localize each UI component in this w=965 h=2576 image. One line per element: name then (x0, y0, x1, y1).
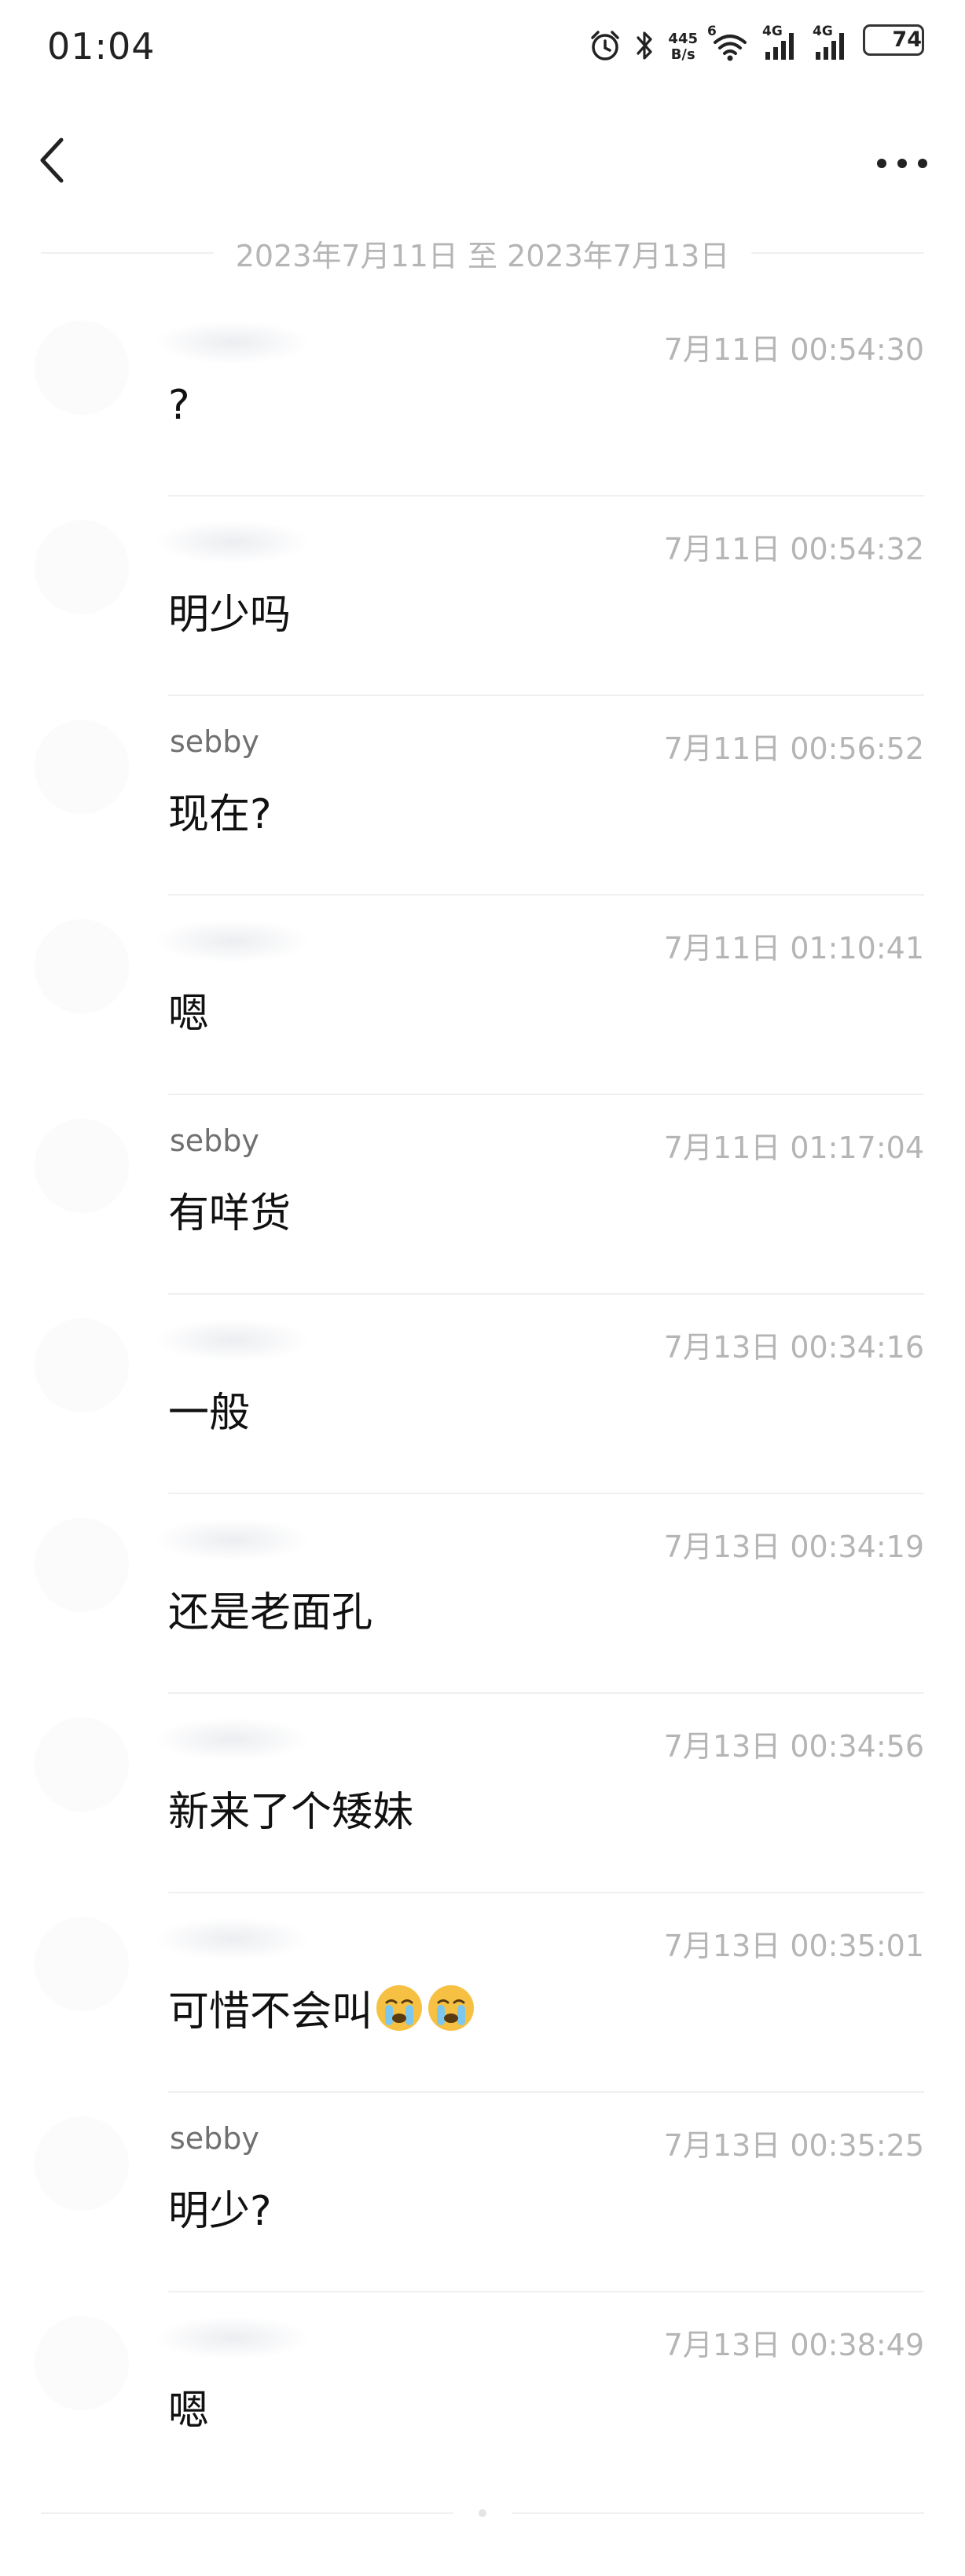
sender-name-redacted (154, 1318, 311, 1362)
message-content: 有咩货 (168, 1180, 291, 1239)
message-row[interactable]: 7月11日 01:10:41 嗯 (0, 896, 965, 1095)
crying-face-emoji-icon (374, 1983, 424, 2033)
date-range-line-left (41, 252, 214, 254)
message-text: 新来了个矮妹 (168, 1789, 414, 1836)
message-timestamp: 7月13日 00:34:16 (663, 1330, 924, 1365)
message-content: 嗯 (168, 980, 209, 1039)
date-range-line-right (751, 252, 925, 254)
message-timestamp: 7月13日 00:35:01 (663, 1929, 924, 1963)
message-timestamp: 7月11日 01:17:04 (663, 1130, 924, 1165)
sender-name-redacted (154, 1717, 311, 1761)
sender-name: sebby (170, 724, 259, 759)
chevron-left-icon (31, 137, 79, 195)
message-row[interactable]: sebby 7月13日 00:35:25 明少? (0, 2093, 965, 2292)
more-horizontal-icon (871, 159, 934, 190)
avatar[interactable] (35, 1717, 129, 1812)
message-content: 还是老面孔 (168, 1579, 372, 1638)
sender-name-redacted (154, 1917, 311, 1961)
message-row[interactable]: 7月13日 00:35:01 可惜不会叫 (0, 1893, 965, 2093)
avatar[interactable] (35, 321, 129, 415)
sender-name-redacted (154, 520, 311, 564)
avatar[interactable] (35, 2116, 129, 2211)
message-content: ? (168, 382, 190, 429)
net-speed-unit: B/s (670, 46, 695, 63)
separator-line (41, 2512, 453, 2514)
signal-icon: 4G (762, 24, 800, 66)
sender-name: sebby (170, 1123, 259, 1158)
status-bar: 01:04 445 B/s 6 4G 4G 74 (0, 0, 965, 94)
bluetooth-icon (635, 28, 655, 66)
message-content: 可惜不会叫 (168, 1978, 476, 2037)
message-timestamp: 7月13日 00:38:49 (663, 2328, 924, 2362)
avatar[interactable] (35, 520, 129, 614)
message-content: 嗯 (168, 2377, 209, 2436)
signal-label: 4G (813, 24, 833, 39)
date-range-text: 2023年7月11日 至 2023年7月13日 (235, 238, 730, 273)
avatar[interactable] (35, 720, 129, 814)
battery-icon: 74 (863, 24, 924, 71)
message-text: 现在? (168, 791, 272, 838)
crying-face-emoji-icon (426, 1983, 476, 2033)
avatar[interactable] (35, 919, 129, 1013)
sender-name-redacted (154, 321, 311, 365)
message-text: 嗯 (168, 2387, 210, 2435)
net-speed-value: 445 (668, 31, 698, 47)
net-speed: 445 B/s (668, 31, 698, 63)
avatar[interactable] (35, 1318, 129, 1413)
message-content: 现在? (168, 781, 272, 840)
message-row[interactable]: 7月13日 00:38:49 嗯 (0, 2292, 965, 2492)
message-content: 明少吗 (168, 581, 291, 640)
message-text: 嗯 (168, 991, 210, 1038)
message-row[interactable]: 7月11日 00:54:30? (0, 297, 965, 497)
message-text: 明少吗 (168, 592, 292, 639)
separator-dot (479, 2509, 486, 2517)
message-timestamp: 7月13日 00:34:56 (663, 1729, 924, 1764)
sender-name-redacted (154, 1518, 311, 1562)
message-row[interactable]: 7月13日 00:34:19 还是老面孔 (0, 1494, 965, 1694)
message-timestamp: 7月11日 01:10:41 (663, 931, 924, 966)
message-row[interactable]: 7月13日 00:34:16 一般 (0, 1295, 965, 1494)
message-text: 一般 (168, 1390, 251, 1437)
top-nav (0, 118, 965, 204)
message-text: ? (168, 382, 190, 429)
message-timestamp: 7月11日 00:56:52 (663, 731, 924, 766)
message-timestamp: 7月13日 00:34:19 (663, 1530, 924, 1564)
signal-icon: 4G (813, 24, 850, 66)
wifi-icon: 6 (707, 24, 750, 66)
message-timestamp: 7月11日 00:54:32 (663, 532, 924, 566)
battery-body: 74 (863, 24, 924, 56)
date-range-header: 2023年7月11日 至 2023年7月13日 (41, 229, 925, 277)
message-text: 还是老面孔 (168, 1589, 373, 1636)
message-text: 明少? (168, 2188, 272, 2235)
message-content: 一般 (168, 1380, 250, 1438)
message-text: 有咩货 (168, 1190, 292, 1237)
list-end-separator (41, 2501, 924, 2525)
status-time: 01:04 (47, 25, 156, 68)
back-button[interactable] (31, 129, 79, 192)
message-timestamp: 7月11日 00:54:30 (663, 332, 924, 367)
battery-level: 74 (892, 27, 922, 52)
alarm-icon (588, 28, 622, 66)
signal-label: 4G (762, 24, 783, 39)
message-row[interactable]: sebby 7月11日 00:56:52 现在? (0, 696, 965, 896)
message-row[interactable]: 7月13日 00:34:56 新来了个矮妹 (0, 1694, 965, 1893)
message-row[interactable]: 7月11日 00:54:32 明少吗 (0, 497, 965, 696)
wifi-badge: 6 (707, 24, 717, 39)
sender-name: sebby (170, 2121, 259, 2156)
status-icons: 445 B/s 6 4G 4G 74 (588, 24, 924, 66)
sender-name-redacted (154, 2316, 311, 2360)
message-content: 新来了个矮妹 (168, 1779, 413, 1838)
avatar[interactable] (35, 1917, 129, 2011)
message-content: 明少? (168, 2178, 272, 2237)
message-row[interactable]: sebby 7月11日 01:17:04 有咩货 (0, 1095, 965, 1295)
message-text: 可惜不会叫 (168, 1988, 373, 2036)
more-button[interactable] (871, 140, 934, 187)
avatar[interactable] (35, 1119, 129, 1213)
avatar[interactable] (35, 2316, 129, 2410)
avatar[interactable] (35, 1518, 129, 1612)
separator-line (512, 2512, 924, 2514)
sender-name-redacted (154, 919, 311, 963)
message-timestamp: 7月13日 00:35:25 (663, 2128, 924, 2163)
